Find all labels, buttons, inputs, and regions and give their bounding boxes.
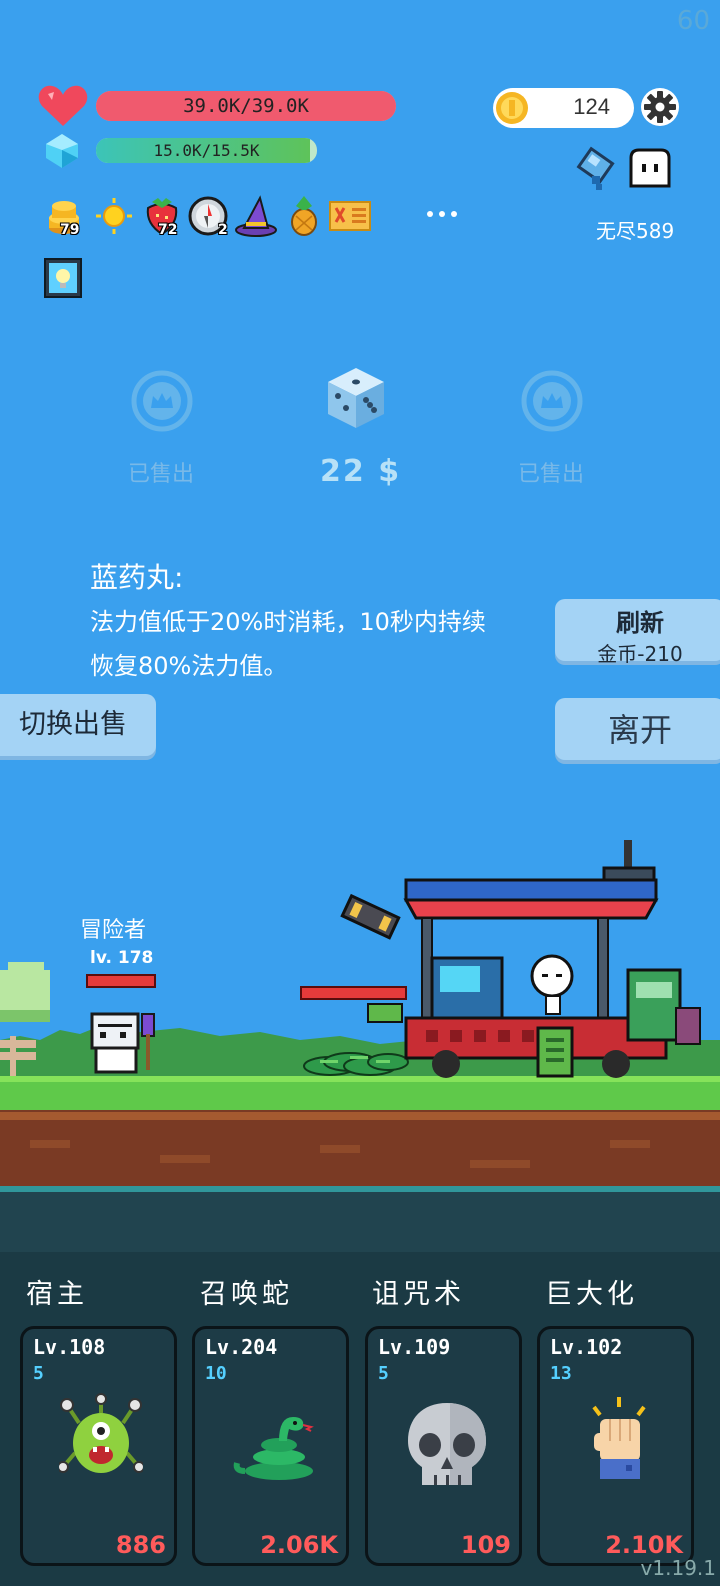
version-label: v1.19.1: [640, 1556, 716, 1580]
lightbulb-icon[interactable]: [44, 258, 82, 298]
skill-card-giant[interactable]: Lv.102 13 2.10K: [537, 1326, 694, 1566]
item-description-line: 恢复80%法力值。: [90, 652, 288, 680]
mp-text: 15.0K/15.5K: [153, 141, 260, 160]
coin-value: 124: [573, 94, 610, 119]
merchant-cart-sprite: [367, 840, 701, 1078]
hp-text: 39.0K/39.0K: [183, 95, 309, 117]
mp-bar: 15.0K/15.5K: [96, 138, 317, 163]
skill-count: 5: [33, 1363, 44, 1384]
skill-card-summon-snake[interactable]: Lv.204 10 2.06K: [192, 1326, 349, 1566]
skill-level: Lv.102: [550, 1335, 623, 1359]
sun-icon[interactable]: [92, 194, 136, 238]
skill-level: Lv.108: [33, 1335, 106, 1359]
skill-title: 召唤蛇: [200, 1279, 293, 1310]
refresh-label: 刷新: [616, 609, 664, 637]
skill-cost: 2.10K: [605, 1531, 683, 1559]
skill-title: 诅咒术: [372, 1279, 465, 1310]
skill-card-host[interactable]: Lv.108 5 886: [20, 1326, 177, 1566]
dice-icon[interactable]: [322, 364, 390, 432]
sold-out-label-right: 已售出: [518, 462, 585, 487]
item-count: 2: [218, 222, 228, 238]
green-monster-icon: [59, 1393, 143, 1473]
crown-slot-left-icon[interactable]: [131, 370, 193, 432]
pineapple-icon[interactable]: [282, 194, 326, 238]
skill-level: Lv.204: [205, 1335, 278, 1359]
crown-slot-right-icon[interactable]: [521, 370, 583, 432]
item-description-line: 法力值低于20%时消耗，10秒内持续: [90, 608, 486, 636]
snake-icon: [233, 1417, 314, 1480]
fist-icon: [592, 1397, 646, 1479]
coin-counter: 124: [493, 88, 634, 128]
skill-cost: 886: [115, 1531, 166, 1559]
ghost-icon[interactable]: [625, 146, 675, 192]
scroll-icon[interactable]: [328, 194, 372, 238]
skill-count: 13: [550, 1363, 572, 1384]
skill-title: 宿主: [26, 1279, 88, 1310]
skill-level: Lv.109: [378, 1335, 451, 1359]
skill-cost: 2.06K: [260, 1531, 338, 1559]
refresh-button[interactable]: 刷新 金币-210: [555, 599, 720, 666]
leave-button[interactable]: 离开: [555, 698, 720, 760]
hp-bar: 39.0K/39.0K: [96, 91, 396, 121]
skill-card-curse[interactable]: Lv.109 5 109: [365, 1326, 522, 1566]
refresh-cost: 金币-210: [597, 642, 683, 666]
heart-icon: [38, 85, 88, 126]
item-count: 72: [158, 222, 178, 238]
more-icon[interactable]: [424, 207, 460, 221]
skill-title: 巨大化: [545, 1279, 638, 1310]
player-name: 冒险者: [80, 918, 147, 943]
player-health-bar: [86, 974, 156, 988]
skill-count: 5: [378, 1363, 389, 1384]
endless-mode-label: 无尽589: [596, 219, 675, 243]
gold-coin-icon: [496, 92, 528, 124]
fps-counter: 60: [676, 6, 710, 36]
skull-icon: [408, 1403, 486, 1485]
skill-cost: 109: [460, 1531, 511, 1559]
item-description-title: 蓝药丸:: [90, 561, 184, 594]
settings-gear-icon[interactable]: [640, 87, 680, 127]
skill-count: 10: [205, 1363, 227, 1384]
item-count: 79: [60, 222, 80, 238]
wizard-hat-icon[interactable]: [234, 194, 278, 238]
mana-crystal-icon: [46, 134, 78, 168]
potion-pour-icon[interactable]: [570, 146, 620, 192]
sold-out-label-left: 已售出: [128, 462, 195, 487]
player-knight-sprite: [90, 1012, 155, 1074]
player-level: lv. 178: [90, 948, 154, 968]
switch-sell-button[interactable]: 切换出售: [0, 694, 156, 756]
dice-price: 22 $: [320, 454, 402, 489]
